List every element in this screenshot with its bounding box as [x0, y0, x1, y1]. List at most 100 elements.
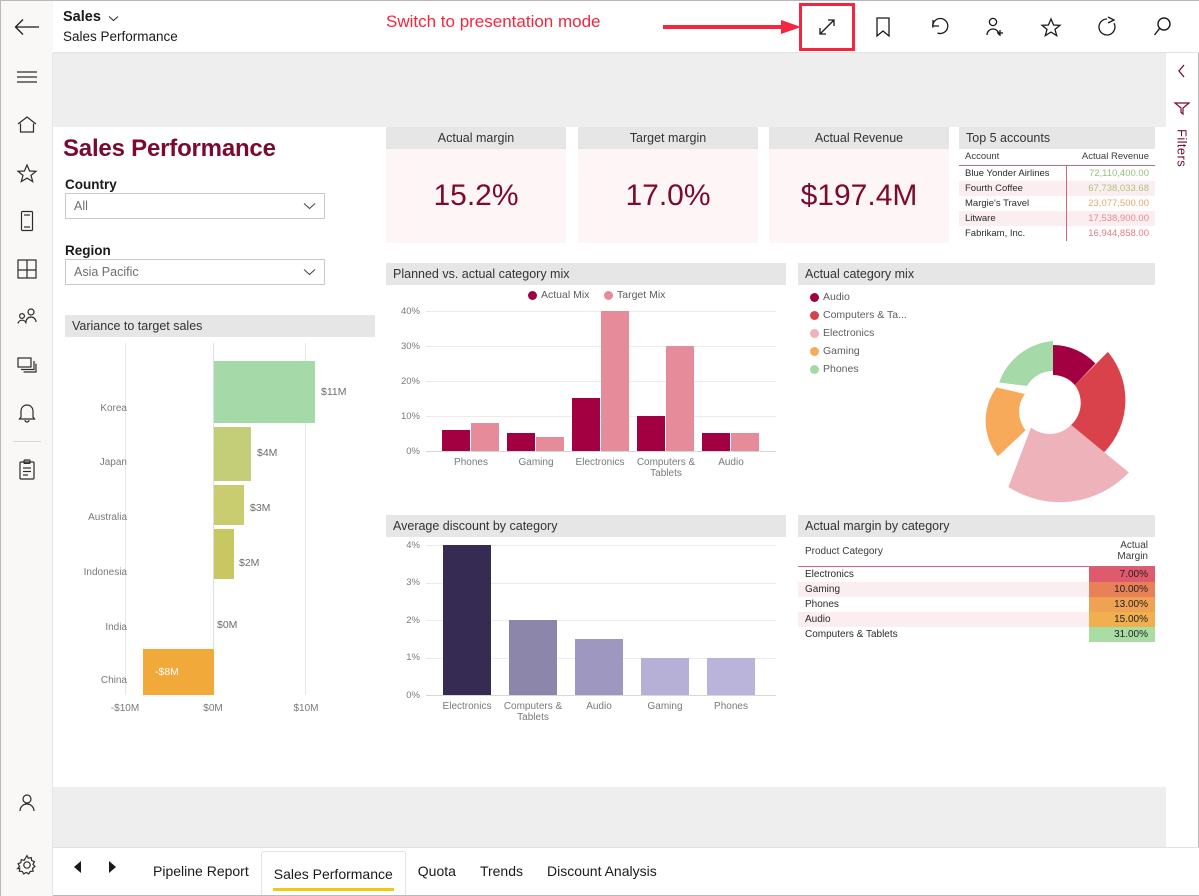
bar-phones-actual[interactable]: [442, 430, 470, 451]
table-row[interactable]: Fabrikam, Inc. 16,944,858.00: [959, 226, 1155, 241]
bar-electronics-actual[interactable]: [572, 398, 600, 451]
next-page-button[interactable]: [95, 843, 129, 891]
share-button[interactable]: [967, 1, 1023, 53]
bar-value-label: $0M: [217, 619, 238, 631]
actual-category-mix-chart[interactable]: Actual category mix Audio Computers & Ta…: [798, 263, 1155, 505]
legend-swatch: [810, 310, 819, 320]
table-row[interactable]: Phones 13.00%: [798, 597, 1155, 612]
legend-label: Electronics: [823, 327, 875, 339]
tab-trends[interactable]: Trends: [468, 851, 535, 891]
bar-indonesia[interactable]: [214, 529, 234, 579]
fullscreen-button[interactable]: [799, 3, 855, 51]
variance-to-target-chart[interactable]: Variance to target sales Korea $11M Japa…: [65, 315, 375, 739]
favorite-button[interactable]: [1023, 1, 1079, 53]
back-button[interactable]: [1, 1, 53, 53]
y-tick-label: 2%: [406, 615, 420, 626]
average-discount-chart[interactable]: Average discount by category 4% 3% 2% 1%…: [386, 515, 786, 739]
bookmark-button[interactable]: [855, 1, 911, 53]
tab-discount-analysis[interactable]: Discount Analysis: [535, 851, 669, 891]
category-label: Audio: [718, 457, 744, 468]
account-button[interactable]: [1, 779, 53, 827]
bar-gaming[interactable]: [641, 657, 689, 695]
top-accounts-table[interactable]: Top 5 accounts Account Actual Revenue Bl…: [959, 127, 1155, 247]
filters-pane-collapsed[interactable]: Filters: [1165, 53, 1198, 849]
bar-computers[interactable]: [509, 620, 557, 695]
page-tab-strip: Pipeline Report Sales Performance Quota …: [53, 847, 1199, 895]
table-row[interactable]: Fourth Coffee 67,738,033.68: [959, 181, 1155, 196]
bar-audio-actual[interactable]: [702, 433, 730, 451]
reset-button[interactable]: [911, 1, 967, 53]
bar-phones[interactable]: [707, 657, 755, 695]
bar-korea[interactable]: [214, 361, 315, 423]
legend-item-computers[interactable]: Computers & Ta...: [810, 309, 907, 321]
column-header-revenue[interactable]: Actual Revenue: [1066, 149, 1155, 166]
refresh-button[interactable]: [1079, 1, 1135, 53]
active-tab-underline: [272, 888, 394, 891]
country-slicer[interactable]: All: [65, 193, 325, 219]
table-row[interactable]: Litware 17,538,900.00: [959, 211, 1155, 226]
table-row[interactable]: Computers & Tablets 31.00%: [798, 627, 1155, 642]
metrics-button[interactable]: [1, 446, 53, 494]
kpi-card-target-margin[interactable]: Target margin 17.0%: [578, 127, 758, 243]
chevron-down-icon[interactable]: [108, 9, 119, 27]
tab-pipeline-report[interactable]: Pipeline Report: [141, 851, 261, 891]
legend-item-gaming[interactable]: Gaming: [810, 345, 860, 357]
y-tick-label: 30%: [400, 341, 420, 352]
region-slicer[interactable]: Asia Pacific: [65, 259, 325, 285]
category-name: Audio: [798, 612, 1089, 627]
legend-item-electronics[interactable]: Electronics: [810, 327, 874, 339]
legend-item-audio[interactable]: Audio: [810, 291, 850, 303]
bar-phones-target[interactable]: [471, 423, 499, 451]
report-name: Sales Performance: [63, 28, 178, 44]
legend-item-target-mix[interactable]: Target Mix: [604, 289, 665, 301]
previous-page-button[interactable]: [61, 843, 95, 891]
notifications-button[interactable]: [1, 389, 53, 437]
column-header-account[interactable]: Account: [959, 149, 1067, 166]
planned-vs-actual-chart[interactable]: Planned vs. actual category mix Actual M…: [386, 263, 786, 505]
rose-donut-chart[interactable]: [953, 303, 1153, 503]
category-name: Computers & Tablets: [805, 629, 898, 640]
column-header-category[interactable]: Product Category: [798, 537, 1089, 567]
bar-computers-actual[interactable]: [637, 416, 665, 451]
shared-button[interactable]: [1, 293, 53, 341]
workspaces-button[interactable]: [1, 341, 53, 389]
bar-gaming-target[interactable]: [536, 437, 564, 451]
bar-electronics[interactable]: [443, 545, 491, 695]
category-label: Audio: [586, 701, 612, 712]
search-button[interactable]: [1135, 1, 1191, 53]
kpi-card-actual-revenue[interactable]: Actual Revenue $197.4M: [769, 127, 949, 243]
tab-sales-performance[interactable]: Sales Performance: [260, 851, 406, 895]
bar-audio[interactable]: [575, 639, 623, 695]
slice-gaming[interactable]: [985, 387, 1026, 457]
region-slicer-label: Region: [65, 243, 111, 258]
bar-japan[interactable]: [214, 427, 251, 481]
settings-button[interactable]: [1, 841, 53, 889]
recent-button[interactable]: [1, 197, 53, 245]
bar-gaming-actual[interactable]: [507, 433, 535, 451]
apps-button[interactable]: [1, 245, 53, 293]
bar-audio-target[interactable]: [731, 433, 759, 451]
menu-button[interactable]: [1, 53, 53, 101]
table-row[interactable]: Blue Yonder Airlines 72,110,400.00: [959, 165, 1155, 181]
tab-label: Discount Analysis: [547, 863, 657, 879]
column-header-margin[interactable]: Actual Margin: [1089, 537, 1155, 567]
bar-australia[interactable]: [214, 485, 244, 525]
table-row[interactable]: Gaming 10.00%: [798, 582, 1155, 597]
legend-item-phones[interactable]: Phones: [810, 363, 859, 375]
favorites-button[interactable]: [1, 149, 53, 197]
x-tick-label: $10M: [293, 703, 319, 714]
table-row[interactable]: Electronics 7.00%: [798, 566, 1155, 582]
kpi-card-actual-margin[interactable]: Actual margin 15.2%: [386, 127, 566, 243]
tab-quota[interactable]: Quota: [406, 851, 468, 891]
table-row[interactable]: Audio 15.00%: [798, 612, 1155, 627]
table-row[interactable]: Margie's Travel 23,077,500.00: [959, 196, 1155, 211]
home-button[interactable]: [1, 101, 53, 149]
bar-electronics-target[interactable]: [601, 311, 629, 451]
workspace-name[interactable]: Sales: [63, 9, 101, 26]
slice-phones[interactable]: [999, 341, 1053, 386]
actual-margin-table[interactable]: Actual margin by category Product Catego…: [798, 515, 1155, 645]
legend-item-actual-mix[interactable]: Actual Mix: [528, 289, 589, 301]
chart-plot-area: 4% 3% 2% 1% 0% Electronics Computers & T…: [386, 537, 786, 739]
chevron-left-icon[interactable]: [1176, 63, 1188, 84]
bar-computers-target[interactable]: [666, 346, 694, 451]
